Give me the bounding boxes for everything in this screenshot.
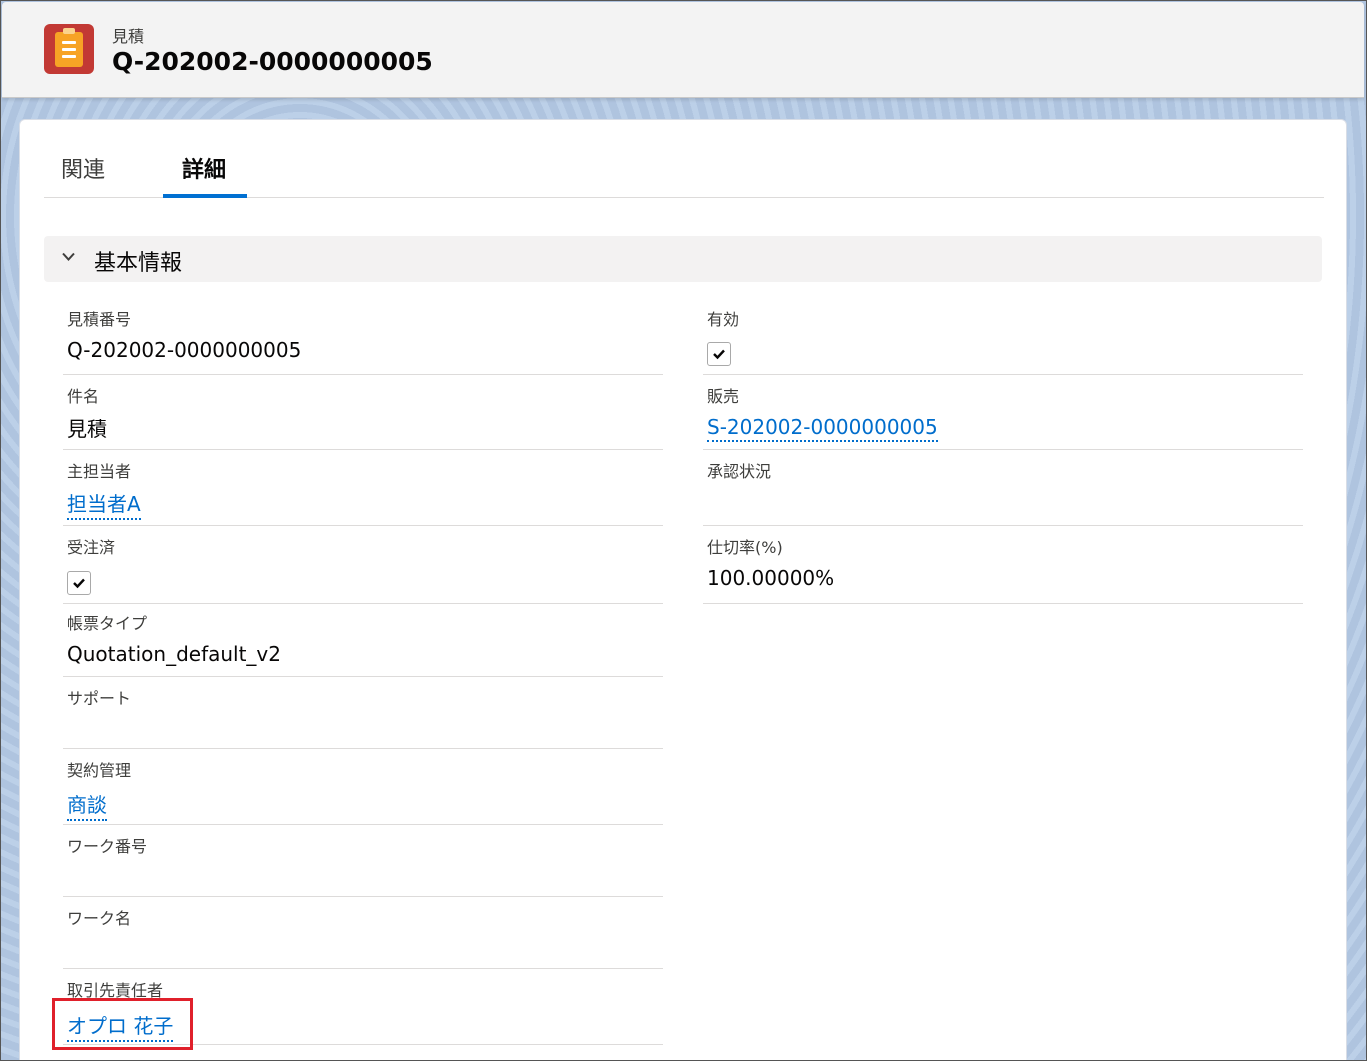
section-title: 基本情報	[94, 251, 183, 276]
owner-link[interactable]: 担当者A	[67, 488, 141, 520]
record-title: Q-202002-0000000005	[112, 47, 433, 76]
object-type-label: 見積	[112, 27, 145, 46]
check-icon	[73, 578, 85, 589]
contract-link[interactable]: 商談	[67, 789, 107, 821]
field-value: Q-202002-0000000005	[67, 338, 302, 362]
field-form-type: 帳票タイプ Quotation_default_v2	[63, 604, 663, 677]
tab-bar: 関連 詳細	[44, 120, 1324, 198]
field-label: 承認状況	[707, 462, 772, 481]
field-support: サポート	[63, 677, 663, 749]
field-label: 契約管理	[67, 761, 132, 780]
field-approval-status: 承認状況	[703, 450, 1303, 526]
field-subject: 件名 見積	[63, 375, 663, 450]
field-label: 帳票タイプ	[67, 614, 148, 633]
field-active: 有効	[703, 300, 1303, 375]
field-label: 仕切率(%)	[707, 538, 783, 557]
tab-details[interactable]: 詳細	[182, 152, 226, 184]
field-value: 見積	[67, 417, 107, 441]
contact-link[interactable]: オプロ 花子	[67, 1010, 174, 1042]
field-value: Quotation_default_v2	[67, 642, 281, 666]
field-work-name: ワーク名	[63, 897, 663, 969]
field-value: 100.00000%	[707, 566, 835, 590]
field-label: 主担当者	[67, 462, 132, 481]
section-header-basic-info[interactable]: 基本情報	[44, 236, 1322, 282]
tab-related[interactable]: 関連	[61, 152, 105, 184]
field-sales: 販売 S-202002-0000000005	[703, 375, 1303, 450]
field-label: 販売	[707, 387, 740, 406]
ordered-checkbox	[67, 571, 91, 595]
field-label: 取引先責任者	[67, 981, 164, 1000]
field-label: 見積番号	[67, 310, 132, 329]
field-label: 受注済	[67, 538, 116, 557]
quote-icon	[44, 24, 94, 74]
field-owner: 主担当者 担当者A	[63, 450, 663, 526]
field-contract: 契約管理 商談	[63, 749, 663, 825]
field-label: ワーク名	[67, 909, 132, 928]
field-label: サポート	[67, 689, 132, 708]
sales-link[interactable]: S-202002-0000000005	[707, 415, 938, 442]
field-rate: 仕切率(%) 100.00000%	[703, 526, 1303, 604]
field-work-number: ワーク番号	[63, 825, 663, 897]
field-label: ワーク番号	[67, 837, 148, 856]
field-label: 件名	[67, 387, 100, 406]
record-header: 見積 Q-202002-0000000005	[2, 2, 1364, 98]
active-checkbox	[707, 342, 731, 366]
field-contact: 取引先責任者 オプロ 花子	[63, 969, 663, 1045]
active-tab-indicator	[163, 194, 247, 198]
field-ordered: 受注済	[63, 526, 663, 604]
check-icon	[713, 349, 725, 360]
field-quote-number: 見積番号 Q-202002-0000000005	[63, 300, 663, 375]
chevron-down-icon	[62, 252, 75, 261]
field-label: 有効	[707, 310, 740, 329]
record-detail-card: 関連 詳細 基本情報 見積番号 Q-202002-0000000005 件名 見…	[19, 119, 1347, 1061]
